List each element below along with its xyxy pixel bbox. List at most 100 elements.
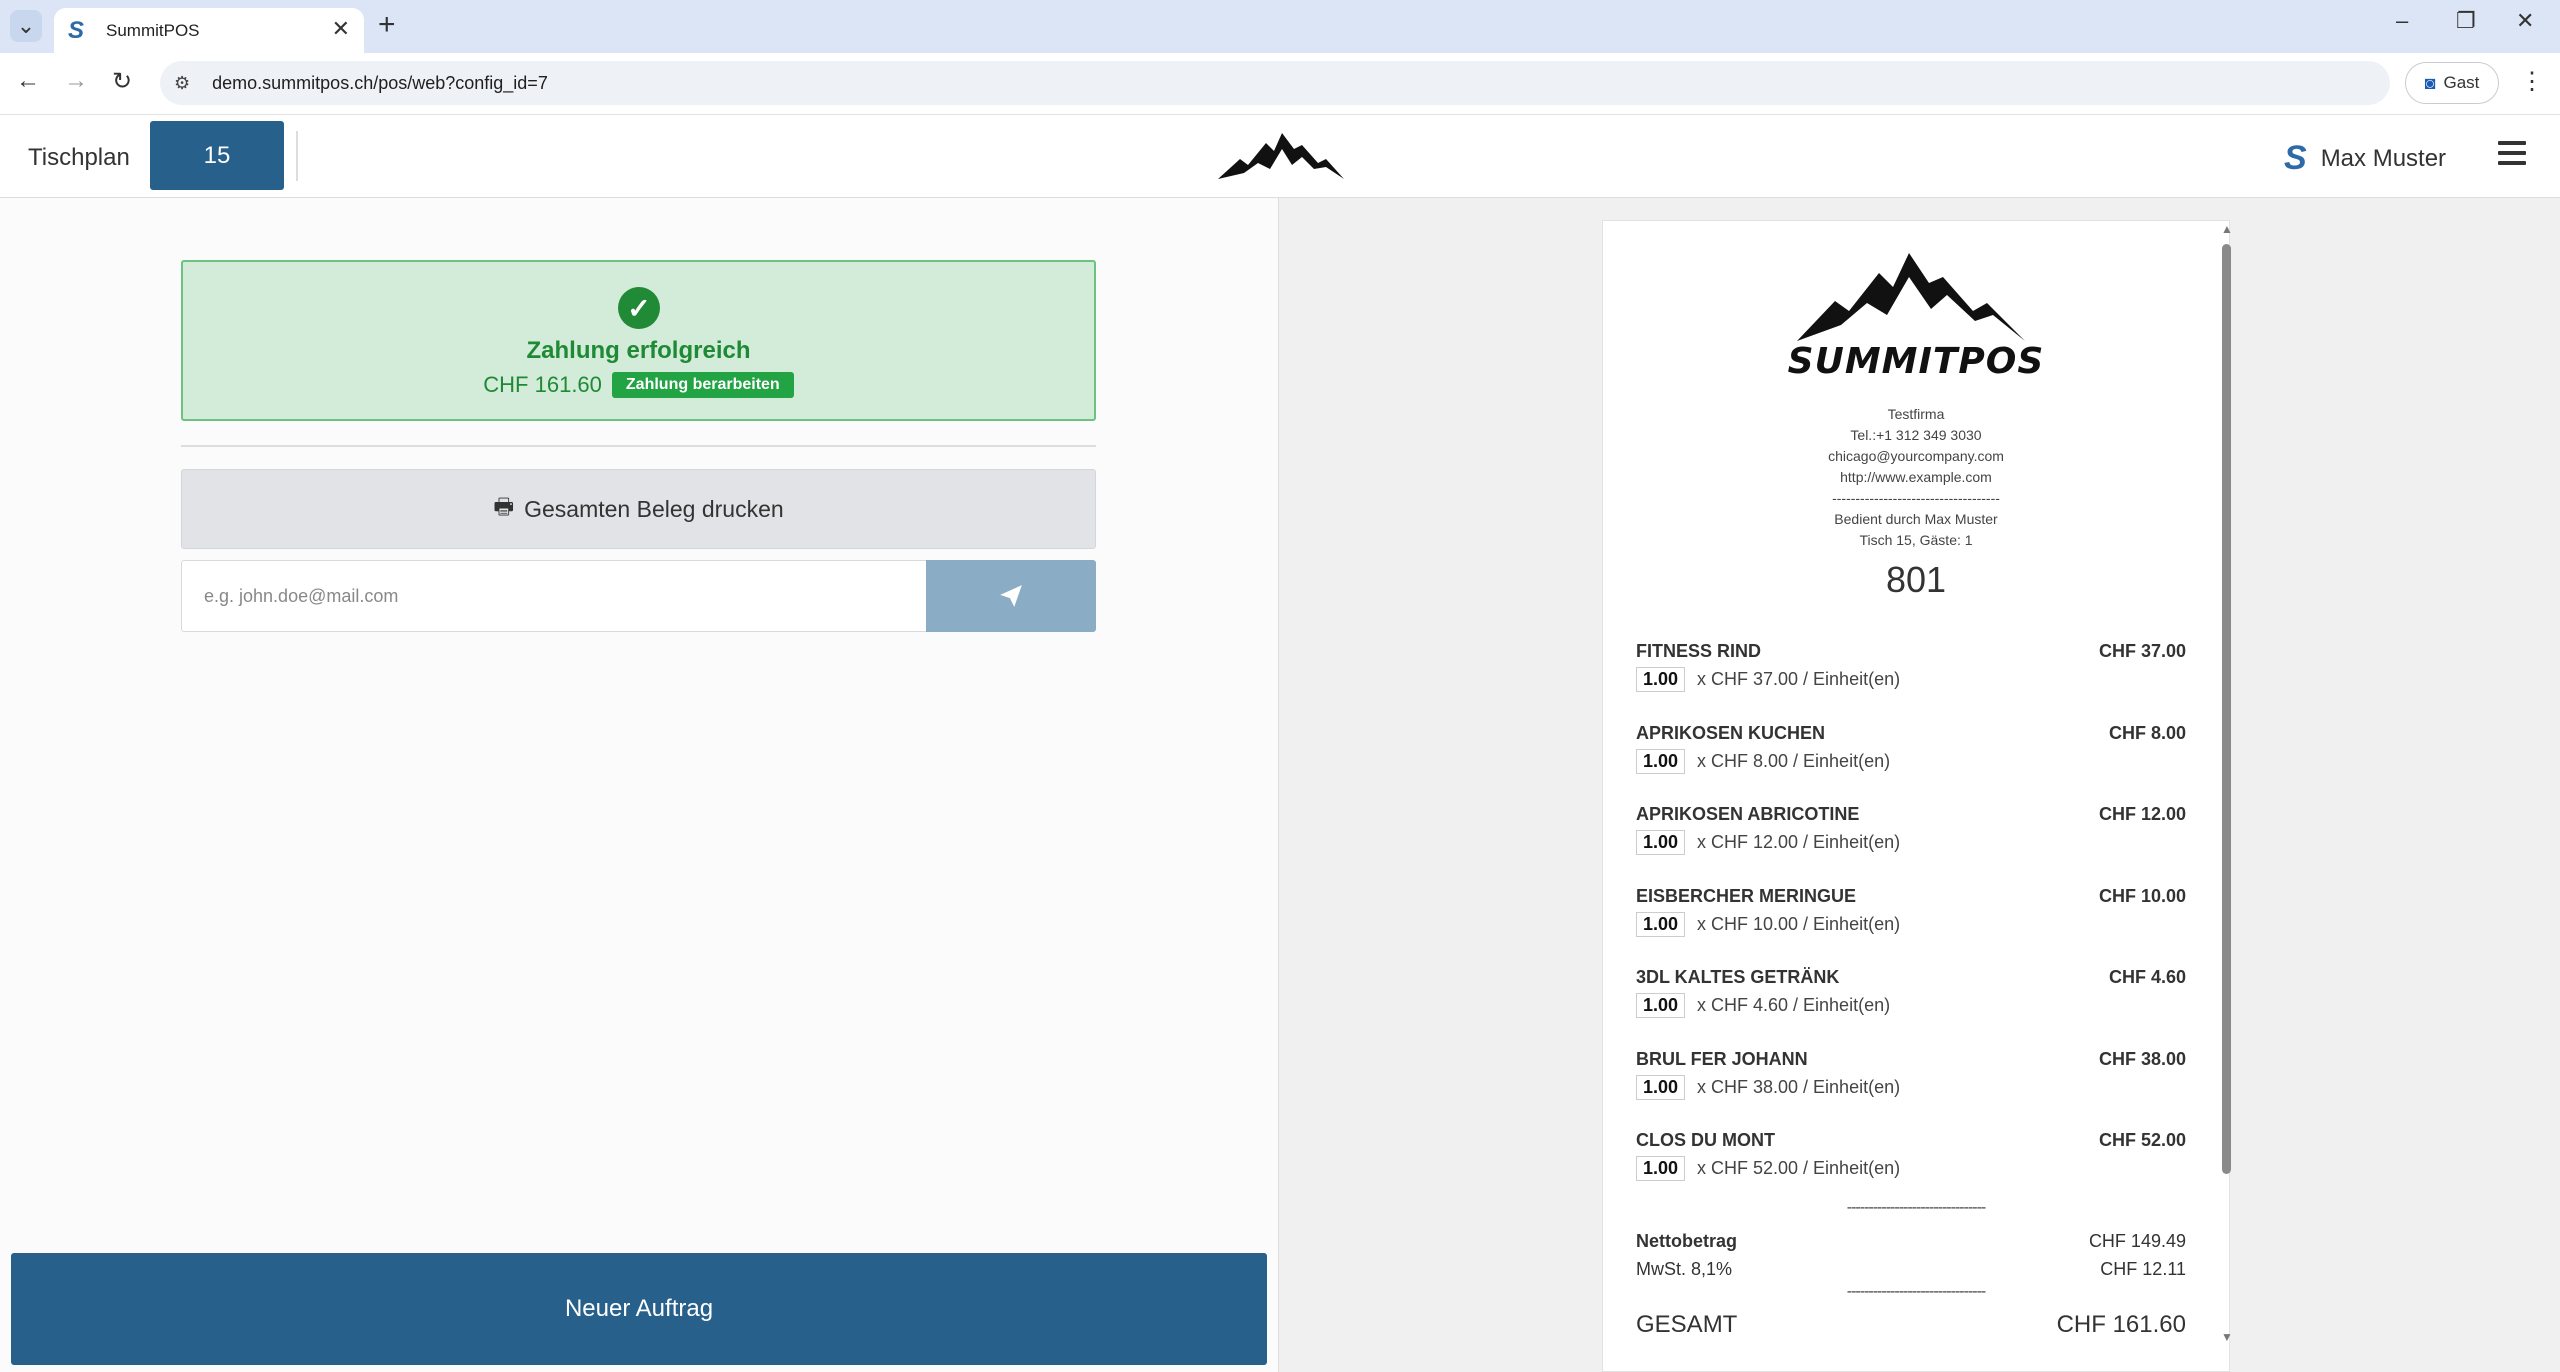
user-name: Max Muster [2320, 144, 2447, 172]
profile-label: Gast [2443, 73, 2480, 92]
item-total: CHF 38.00 [2098, 1048, 2186, 1069]
item-total: CHF 4.60 [2108, 967, 2186, 987]
payment-success-alert: ✓ Zahlung erfolgreich CHF 161.60 Zahlung… [181, 260, 1096, 421]
back-icon[interactable]: ← [16, 67, 40, 95]
item-total: CHF 52.00 [2098, 1130, 2186, 1150]
item-total: CHF 8.00 [2108, 722, 2186, 743]
company-phone: Tel.:+1 312 349 3030 [1850, 427, 1982, 443]
browser-tab[interactable]: S SummitPOS ✕ [54, 8, 364, 53]
profile-icon: ◙ [2424, 72, 2436, 93]
payment-amount: CHF 161.60 [483, 372, 602, 397]
item-name: 3DL KALTES GETRÄNK [1636, 967, 1840, 987]
item-detail: x CHF 38.00 / Einheit(en) [1697, 1076, 1901, 1097]
totals-separator: -------------------------------- [1846, 1199, 1987, 1216]
receipt-line: APRIKOSEN ABRICOTINE CHF 12.00 1.00 x CH… [1636, 804, 2186, 886]
send-email-button[interactable] [926, 560, 1096, 632]
receipt-brand: SUMMITPOS [1787, 341, 2045, 382]
item-name: APRIKOSEN ABRICOTINE [1636, 804, 1860, 824]
item-total: CHF 10.00 [2098, 885, 2186, 906]
browser-tab-strip: ⌄ S SummitPOS ✕ + – ❐ ✕ [0, 0, 2560, 53]
net-label: Nettobetrag [1636, 1231, 1738, 1251]
item-qty: 1.00 [1636, 748, 1686, 774]
item-qty: 1.00 [1636, 1156, 1686, 1181]
close-tab-icon[interactable]: ✕ [332, 16, 350, 42]
tab-title: SummitPOS [106, 20, 200, 40]
pos-header: Tischplan 15 S Max Muster [0, 115, 2560, 198]
receipt-line: BRUL FER JOHANN CHF 38.00 1.00 x CHF 38.… [1636, 1049, 2186, 1131]
receipt-line: EISBERCHER MERINGUE CHF 10.00 1.00 x CHF… [1636, 886, 2186, 968]
item-detail: x CHF 37.00 / Einheit(en) [1697, 669, 1901, 689]
receipt-scrollbar[interactable]: ▲ ▼ [2218, 220, 2234, 1350]
print-receipt-label: Gesamten Beleg drucken [524, 495, 784, 522]
new-order-button[interactable]: Neuer Auftrag [11, 1253, 1267, 1365]
scrollbar-thumb[interactable] [2222, 244, 2231, 1174]
receipt-line: FITNESS RIND CHF 37.00 1.00 x CHF 37.00 … [1636, 641, 2186, 723]
minimize-icon[interactable]: – [2396, 8, 2408, 34]
site-info-icon[interactable]: ⚙ [174, 73, 190, 94]
item-name: EISBERCHER MERINGUE [1636, 885, 1857, 906]
order-number: 801 [1885, 559, 1947, 600]
company-name: Testfirma [1887, 406, 1945, 422]
header-divider [296, 131, 298, 181]
summitpos-favicon-icon: S [68, 16, 85, 44]
receipt: SUMMITPOS Testfirma Tel.:+1 312 349 3030… [1602, 220, 2230, 1372]
item-detail: x CHF 8.00 / Einheit(en) [1697, 750, 1891, 771]
check-circle-icon: ✓ [618, 287, 660, 329]
item-total: CHF 37.00 [2098, 641, 2186, 661]
item-total: CHF 12.00 [2098, 804, 2186, 824]
item-detail: x CHF 12.00 / Einheit(en) [1697, 832, 1901, 852]
new-tab-icon[interactable]: + [378, 8, 396, 42]
item-qty: 1.00 [1636, 911, 1686, 937]
reload-icon[interactable]: ↻ [112, 67, 132, 96]
scroll-down-icon[interactable]: ▼ [2221, 1330, 2233, 1344]
forward-icon[interactable]: → [64, 67, 88, 95]
payment-pane: ✓ Zahlung erfolgreich CHF 161.60 Zahlung… [0, 198, 1279, 1372]
company-email: chicago@yourcompany.com [1828, 448, 2004, 464]
hamburger-menu-icon[interactable] [2498, 141, 2526, 171]
section-divider [181, 445, 1096, 447]
item-name: CLOS DU MONT [1636, 1130, 1775, 1150]
user-menu[interactable]: S Max Muster [2284, 139, 2446, 178]
paper-plane-icon [1000, 585, 1022, 607]
edit-payment-badge[interactable]: Zahlung berarbeiten [611, 372, 794, 398]
vat-label: MwSt. 8,1% [1636, 1259, 1733, 1279]
floor-plan-link[interactable]: Tischplan [28, 144, 130, 172]
receipt-line: 3DL KALTES GETRÄNK CHF 4.60 1.00 x CHF 4… [1636, 967, 2186, 1049]
item-name: FITNESS RIND [1636, 641, 1762, 661]
item-qty: 1.00 [1636, 1074, 1686, 1100]
restore-icon[interactable]: ❐ [2456, 8, 2476, 34]
profile-button[interactable]: ◙ Gast [2405, 62, 2499, 104]
summitpos-mountain-logo-icon [1797, 253, 2025, 341]
net-value: CHF 149.49 [2088, 1231, 2186, 1251]
close-window-icon[interactable]: ✕ [2516, 8, 2534, 34]
totals-separator: -------------------------------- [1846, 1283, 1987, 1300]
print-receipt-button[interactable]: 🖶 Gesamten Beleg drucken [181, 469, 1096, 549]
browser-menu-icon[interactable]: ⋮ [2520, 67, 2544, 96]
vat-value: CHF 12.11 [2100, 1259, 2186, 1279]
email-field[interactable] [181, 560, 927, 632]
item-name: BRUL FER JOHANN [1636, 1048, 1808, 1069]
table-info: Tisch 15, Gäste: 1 [1859, 532, 1973, 548]
total-label: GESAMT [1636, 1311, 1738, 1338]
item-detail: x CHF 4.60 / Einheit(en) [1697, 995, 1891, 1015]
payment-status-title: Zahlung erfolgreich [526, 337, 751, 364]
company-website: http://www.example.com [1840, 469, 1992, 485]
receipt-pane: SUMMITPOS Testfirma Tel.:+1 312 349 3030… [1279, 198, 2560, 1372]
item-qty: 1.00 [1636, 830, 1686, 855]
item-detail: x CHF 10.00 / Einheit(en) [1697, 913, 1901, 934]
receipt-line: APRIKOSEN KUCHEN CHF 8.00 1.00 x CHF 8.0… [1636, 723, 2186, 805]
item-qty: 1.00 [1636, 993, 1686, 1018]
printer-icon: 🖶 [493, 494, 515, 519]
item-detail: x CHF 52.00 / Einheit(en) [1697, 1158, 1901, 1178]
served-by: Bedient durch Max Muster [1834, 511, 1998, 527]
tab-search-dropdown-icon[interactable]: ⌄ [10, 10, 42, 42]
summitpos-s-icon: S [2284, 139, 2307, 177]
scroll-up-icon[interactable]: ▲ [2221, 222, 2233, 236]
url-text[interactable]: demo.summitpos.ch/pos/web?config_id=7 [212, 73, 548, 94]
item-name: APRIKOSEN KUCHEN [1636, 722, 1826, 743]
mountain-logo-icon [1218, 133, 1344, 179]
receipt-company-info: Testfirma Tel.:+1 312 349 3030 chicago@y… [1603, 404, 2229, 551]
item-qty: 1.00 [1636, 667, 1686, 692]
table-button[interactable]: 15 [150, 121, 284, 190]
url-bar[interactable]: ⚙ demo.summitpos.ch/pos/web?config_id=7 [160, 61, 2390, 105]
